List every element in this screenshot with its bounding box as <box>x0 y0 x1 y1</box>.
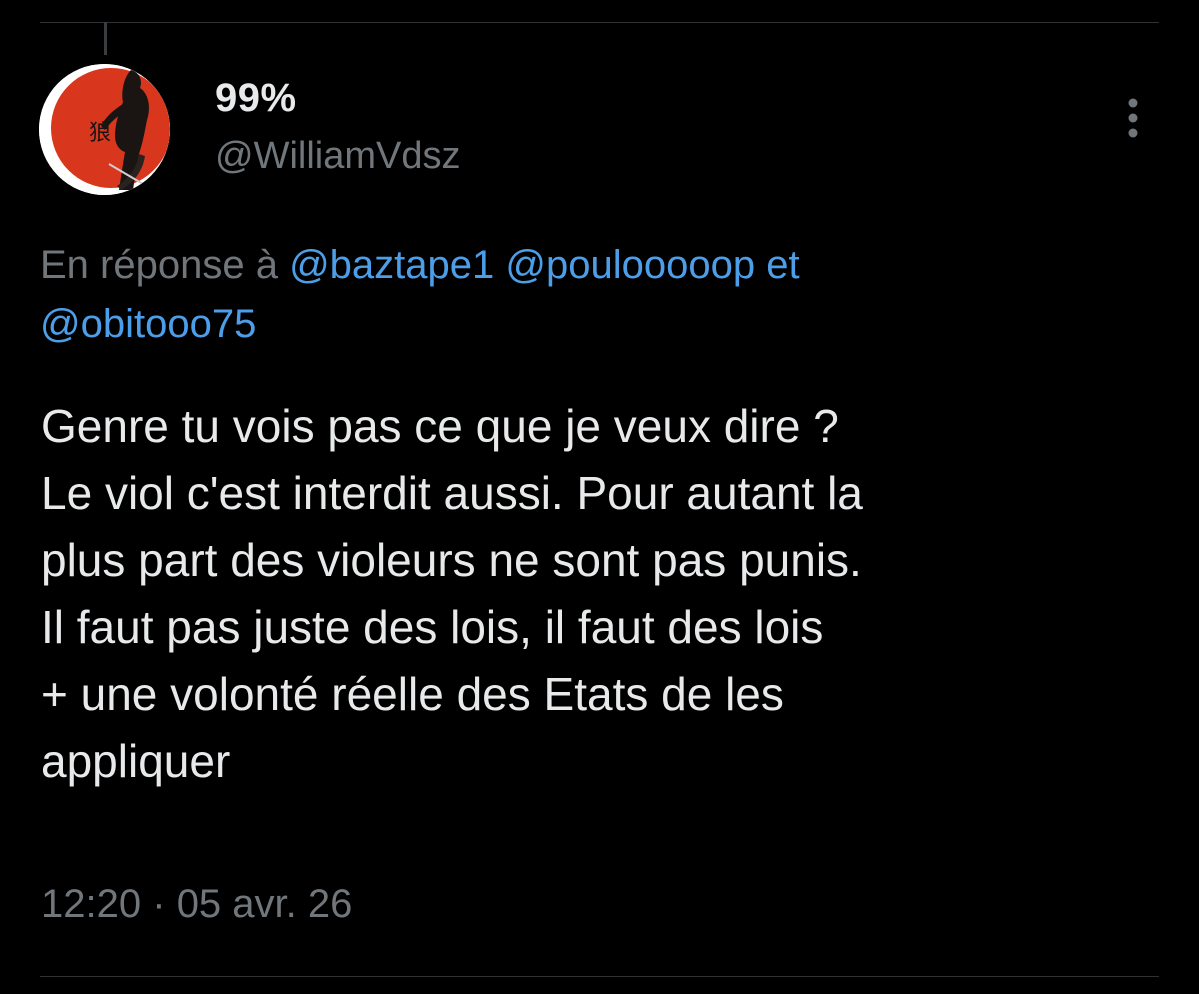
tweet-date: 05 avr. 26 <box>176 882 353 926</box>
reply-conjunction: et <box>766 243 800 287</box>
tweet-timestamp[interactable]: 12:20 · 05 avr. 26 <box>41 882 352 927</box>
tweet-text-line: Le viol c'est interdit aussi. Pour autan… <box>41 467 863 519</box>
timestamp-separator: · <box>152 882 166 926</box>
avatar-glyph: 狼 <box>89 121 111 146</box>
tweet-text-line: Genre tu vois pas ce que je veux dire ? <box>41 400 839 452</box>
tweet-text-line: appliquer <box>41 735 231 787</box>
author-handle[interactable]: @WilliamVdsz <box>215 135 460 178</box>
avatar-figure-red-sun-icon: 狼 <box>39 64 170 195</box>
reply-prefix: En réponse à <box>40 243 278 287</box>
bottom-divider <box>40 976 1159 977</box>
thread-connector-line <box>104 22 107 55</box>
mention-link[interactable]: @poulooooop <box>505 243 755 287</box>
reply-context: En réponse à @baztape1 @poulooooop et @o… <box>40 236 1150 354</box>
more-options-button[interactable] <box>1117 94 1149 142</box>
tweet-text-line: Il faut pas juste des lois, il faut des … <box>41 601 824 653</box>
tweet-body: Genre tu vois pas ce que je veux dire ? … <box>41 393 1171 795</box>
mention-link[interactable]: @obitooo75 <box>40 302 256 346</box>
top-divider <box>40 22 1159 23</box>
author-display-name[interactable]: 99% <box>215 76 297 121</box>
tweet-time: 12:20 <box>41 882 142 926</box>
avatar[interactable]: 狼 <box>39 64 170 195</box>
tweet-text-line: + une volonté réelle des Etats de les <box>41 668 784 720</box>
mention-link[interactable]: @baztape1 <box>289 243 494 287</box>
more-vertical-icon <box>1128 98 1138 138</box>
tweet-text-line: plus part des violeurs ne sont pas punis… <box>41 534 862 586</box>
